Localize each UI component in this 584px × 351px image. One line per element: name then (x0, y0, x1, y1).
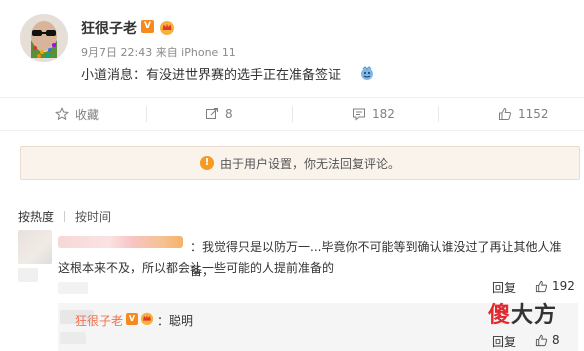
sub-reply-like-count: 8 (552, 333, 560, 347)
favorite-button[interactable]: 收藏 (55, 98, 99, 130)
favorite-label: 收藏 (75, 107, 100, 122)
divider (438, 106, 439, 122)
post-text: 小道消息：有没进世界赛的选手正在准备签证 (81, 68, 342, 83)
sort-by-hot[interactable]: 按热度 (18, 208, 54, 225)
like-count: 1152 (518, 107, 549, 121)
comment-sort: 按热度 按时间 (18, 208, 111, 225)
commenter-name-blurred (58, 236, 183, 248)
emoji-icon (361, 66, 373, 80)
post-meta: 9月7日 22:43 来自 iPhone 11 (81, 46, 236, 59)
like-icon (535, 334, 548, 346)
sort-by-time[interactable]: 按时间 (75, 208, 111, 225)
repost-icon (206, 108, 218, 119)
comment-count: 182 (372, 107, 395, 121)
repost-button[interactable]: 8 (205, 98, 233, 130)
sub-reply-like-button[interactable]: 8 (535, 333, 560, 347)
divider (146, 106, 147, 122)
post-username[interactable]: 狂很子老 (81, 18, 137, 38)
post-action-bar: 收藏 8 182 1152 (0, 97, 584, 131)
comment-like-button[interactable]: 192 (535, 279, 575, 293)
warning-icon: ! (199, 156, 214, 170)
verified-badge: V (126, 313, 138, 325)
comment-time-blurred (58, 282, 88, 294)
sub-reply-button[interactable]: 回复 (492, 333, 516, 350)
sub-reply-time-blurred (60, 332, 86, 344)
verified-badge: V (141, 20, 154, 33)
star-icon (55, 107, 69, 121)
like-icon (535, 280, 548, 292)
blurred-area (18, 268, 38, 282)
commenter-avatar[interactable] (18, 230, 52, 264)
comment-reply-button[interactable]: 回复 (492, 279, 516, 296)
repost-count: 8 (225, 107, 233, 121)
like-icon (499, 107, 511, 120)
user-avatar[interactable] (20, 14, 68, 62)
comment-button[interactable]: 182 (352, 98, 395, 130)
sub-reply-username[interactable]: 狂很子老 (75, 312, 123, 329)
sub-reply-text: ：聪明 (157, 314, 194, 328)
watermark-part1: 傻 (488, 303, 512, 328)
reply-restriction-notice: ! 由于用户设置，你无法回复评论。 (20, 146, 580, 180)
site-watermark-logo: 傻 大方 (488, 296, 578, 330)
comment-like-count: 192 (552, 279, 575, 293)
vip-crown-icon (140, 312, 154, 325)
divider (292, 106, 293, 122)
watermark-part2: 大方 (511, 303, 558, 328)
vip-crown-icon (160, 21, 174, 35)
sort-divider (64, 211, 66, 222)
notice-text: 由于用户设置，你无法回复评论。 (219, 156, 400, 171)
like-button[interactable]: 1152 (498, 98, 549, 130)
comment-icon (353, 108, 365, 121)
comment-text-line2: 这根本来不及，所以都会让一些可能的人提前准备的 (58, 261, 335, 275)
